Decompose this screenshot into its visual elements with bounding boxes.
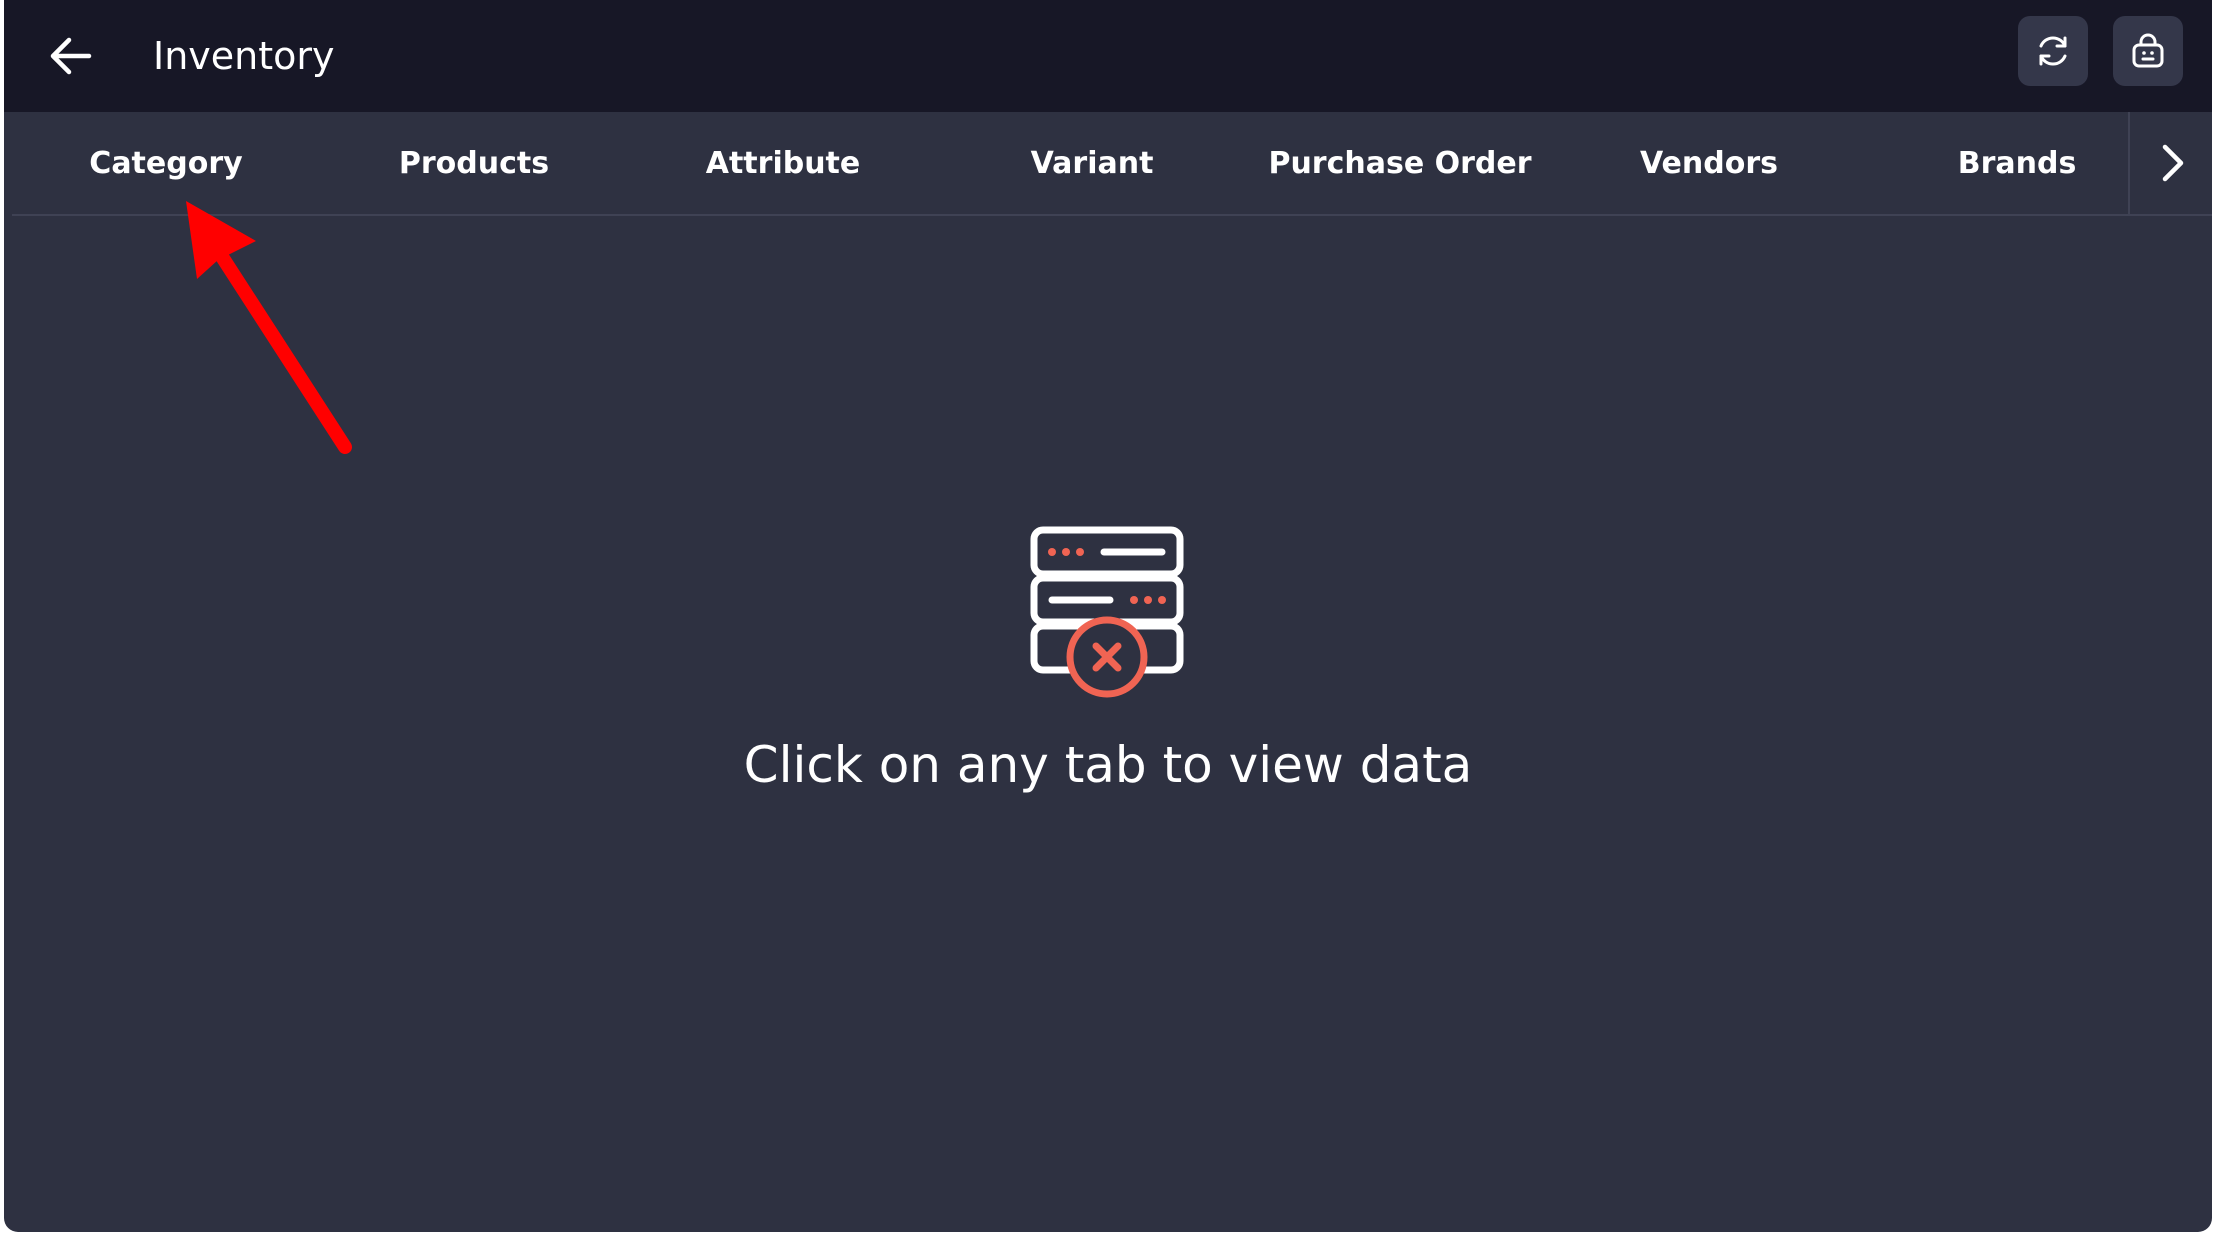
tab-vendors[interactable]: Vendors [1555, 112, 1863, 214]
tab-attribute[interactable]: Attribute [629, 112, 937, 214]
tab-scroll-next-button[interactable] [2128, 112, 2212, 216]
page-title: Inventory [153, 34, 335, 78]
refresh-button[interactable] [2018, 16, 2088, 86]
back-button[interactable] [40, 26, 100, 86]
tab-variant[interactable]: Variant [938, 112, 1246, 214]
server-error-icon [1030, 526, 1184, 698]
tab-products[interactable]: Products [320, 112, 628, 214]
app-window: Inventory Category Products Attribute Va… [4, 0, 2212, 1232]
store-button[interactable] [2113, 16, 2183, 86]
arrow-left-icon [50, 37, 92, 75]
empty-state-message: Click on any tab to view data [743, 736, 1473, 794]
tab-bar: Category Products Attribute Variant Purc… [12, 112, 2128, 216]
refresh-icon [2039, 36, 2067, 66]
chevron-right-icon [2162, 144, 2184, 182]
tab-purchase-order[interactable]: Purchase Order [1246, 112, 1554, 214]
store-bag-icon [2132, 33, 2164, 68]
tab-category[interactable]: Category [12, 112, 320, 214]
top-bar: Inventory [4, 0, 2212, 112]
tab-brands[interactable]: Brands [1863, 112, 2171, 214]
